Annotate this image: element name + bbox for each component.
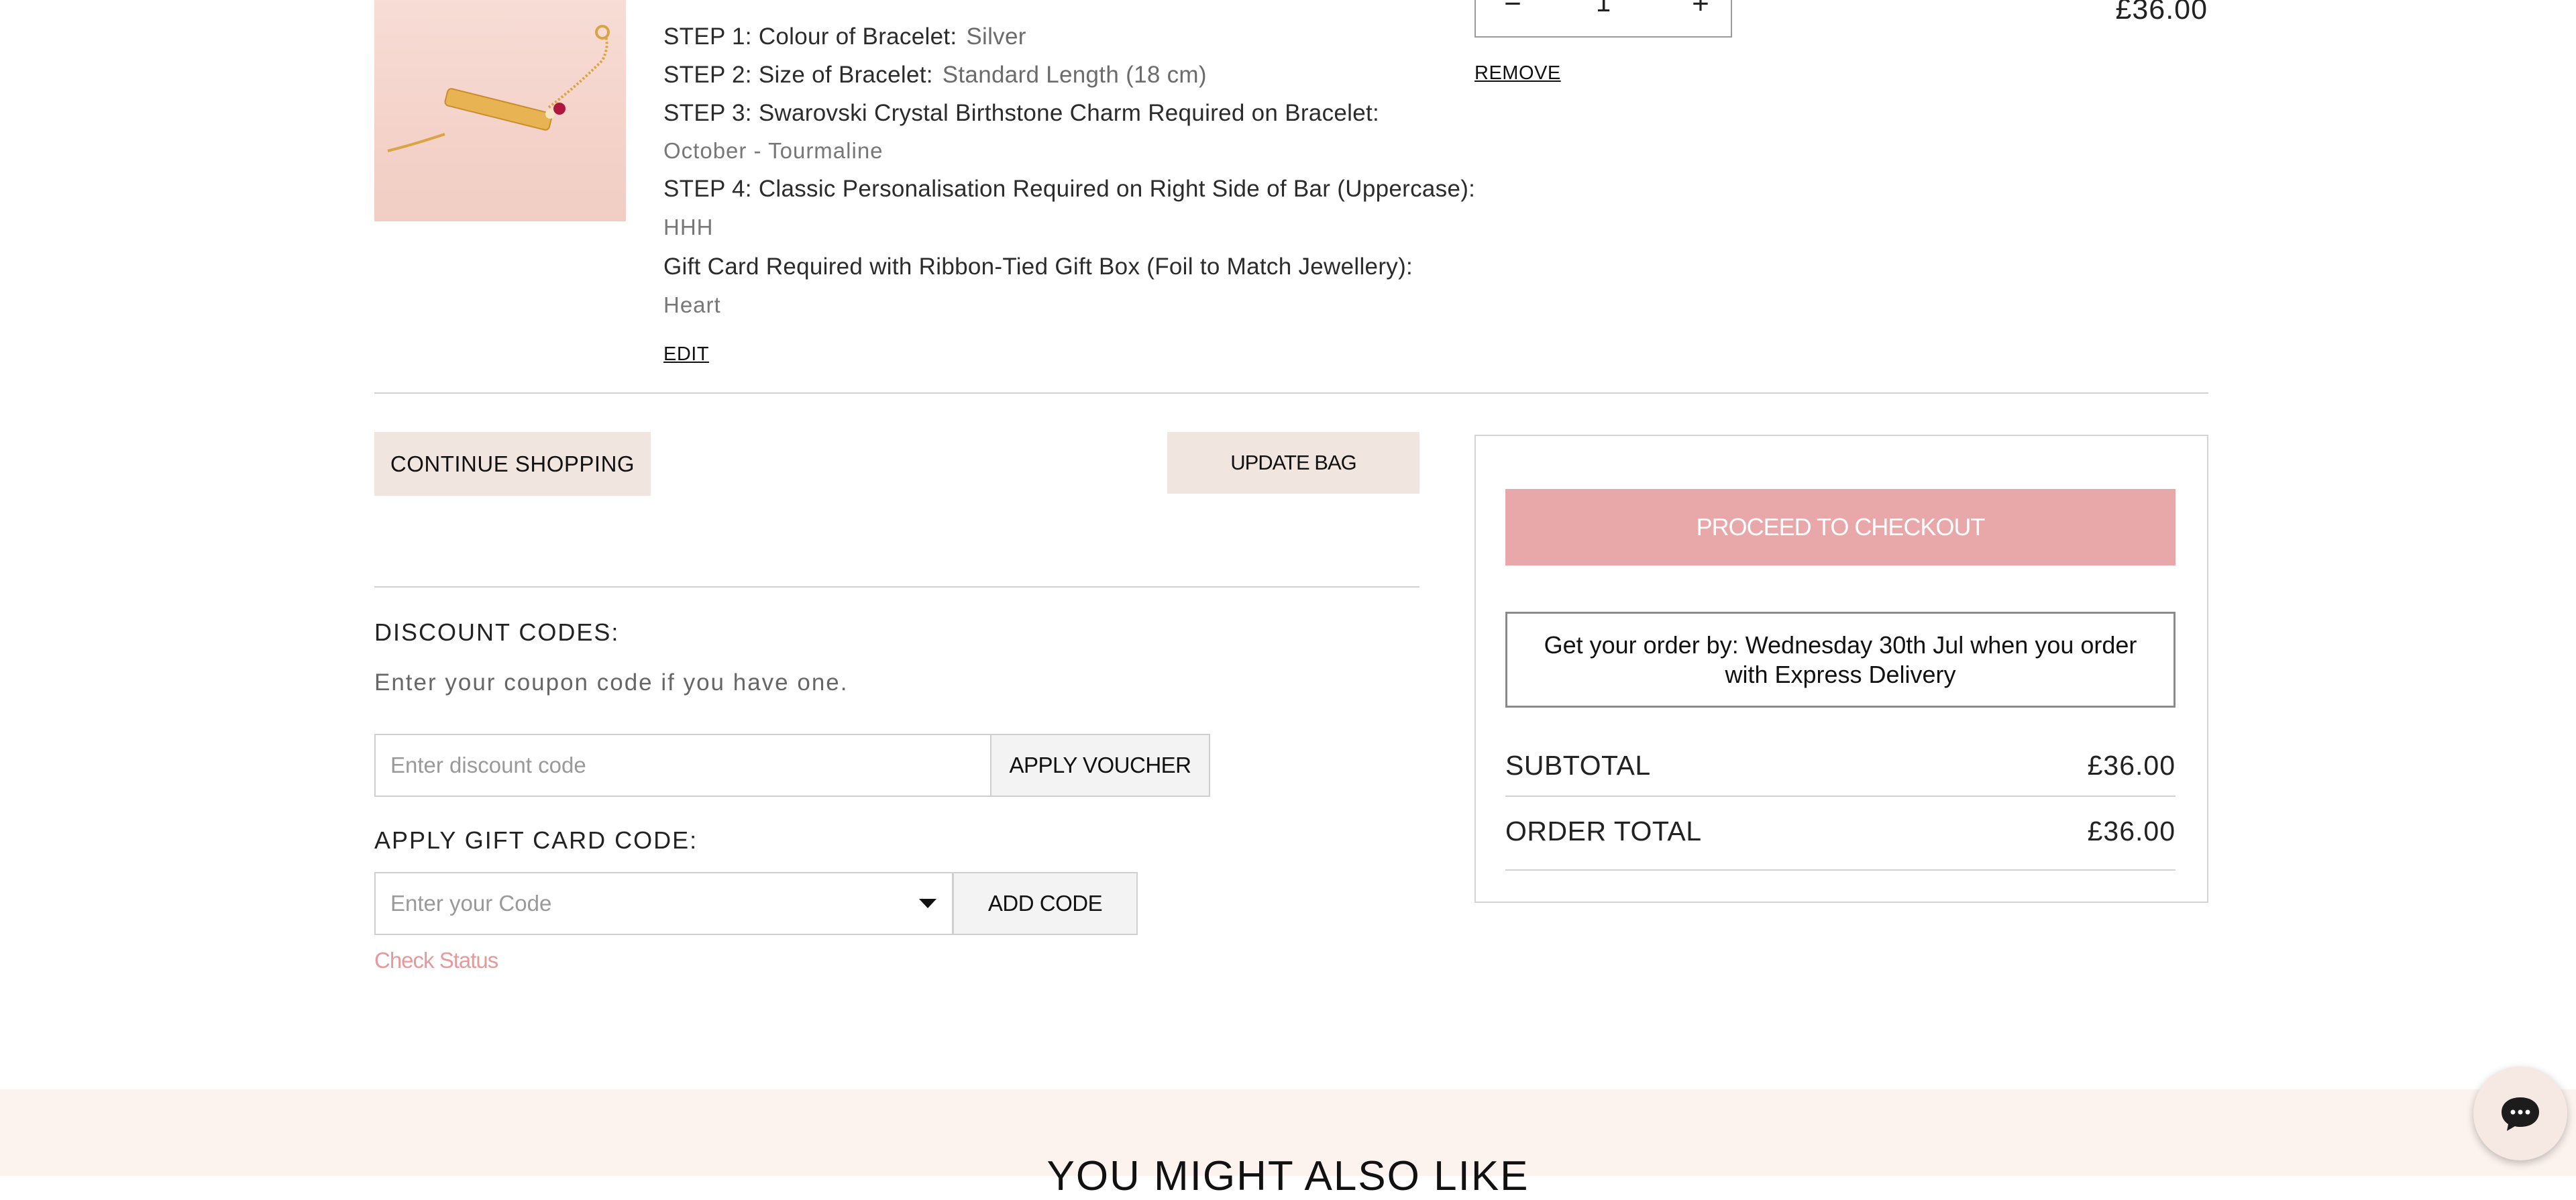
option-value: Heart [663,292,721,317]
qty-increase-button[interactable]: + [1677,0,1724,36]
divider [1505,869,2176,871]
continue-shopping-button[interactable]: CONTINUE SHOPPING [374,432,651,496]
option-label: STEP 4: Classic Personalisation Required… [663,176,1476,202]
qty-decrease-button[interactable]: − [1489,0,1536,36]
divider [374,392,2208,394]
divider [374,586,1419,588]
subtotal-value: £36.00 [2087,750,2176,781]
option-label: STEP 1: Colour of Bracelet: [663,23,957,50]
option-gift-card: Gift Card Required with Ribbon-Tied Gift… [663,248,1413,286]
option-value: Silver [966,23,1026,50]
option-value: October - Tourmaline [663,138,883,163]
option-value: HHH [663,215,714,239]
option-label: Gift Card Required with Ribbon-Tied Gift… [663,254,1413,280]
update-bag-button[interactable]: UPDATE BAG [1167,432,1419,494]
delivery-estimate: Get your order by: Wednesday 30th Jul wh… [1505,612,2176,708]
apply-voucher-button[interactable]: APPLY VOUCHER [990,734,1210,797]
option-step-4: STEP 4: Classic Personalisation Required… [663,170,1475,208]
chevron-down-icon[interactable] [919,899,936,910]
recommendations-title: YOU MIGHT ALSO LIKE [1046,1153,1529,1199]
gift-card-title: APPLY GIFT CARD CODE: [374,826,698,854]
option-label: STEP 3: Swarovski Crystal Birthstone Cha… [663,100,1380,126]
order-total-label: ORDER TOTAL [1505,816,1702,847]
edit-link[interactable]: EDIT [663,343,709,366]
chat-widget-button[interactable] [2473,1067,2567,1160]
option-value: Standard Length (18 cm) [942,62,1207,88]
option-step-2: STEP 2: Size of Bracelet: Standard Length… [663,56,1207,94]
chat-icon [2502,1097,2539,1131]
gift-card-placeholder: Enter your Code [390,891,552,916]
option-step-1: STEP 1: Colour of Bracelet: Silver [663,18,1026,56]
product-image[interactable] [374,0,626,221]
proceed-to-checkout-button[interactable]: PROCEED TO CHECKOUT [1505,489,2176,565]
bracelet-illustration [387,25,610,152]
quantity-value[interactable]: 1 [1576,0,1630,17]
gift-card-code-input[interactable]: Enter your Code [374,872,953,935]
discount-code-input[interactable]: Enter discount code [374,734,991,797]
discount-codes-title: DISCOUNT CODES: [374,618,620,646]
subtotal-label: SUBTOTAL [1505,750,1651,781]
option-label: STEP 2: Size of Bracelet: [663,62,933,88]
divider [1505,796,2176,797]
item-price: £36.00 [2115,0,2208,25]
check-status-link[interactable]: Check Status [374,948,498,973]
option-step-3: STEP 3: Swarovski Crystal Birthstone Cha… [663,95,1379,132]
remove-link[interactable]: REMOVE [1474,62,1561,85]
order-total-value: £36.00 [2087,816,2176,847]
add-code-button[interactable]: ADD CODE [953,872,1138,935]
discount-helper-text: Enter your coupon code if you have one. [374,669,849,696]
quantity-stepper: − 1 + [1474,0,1732,38]
